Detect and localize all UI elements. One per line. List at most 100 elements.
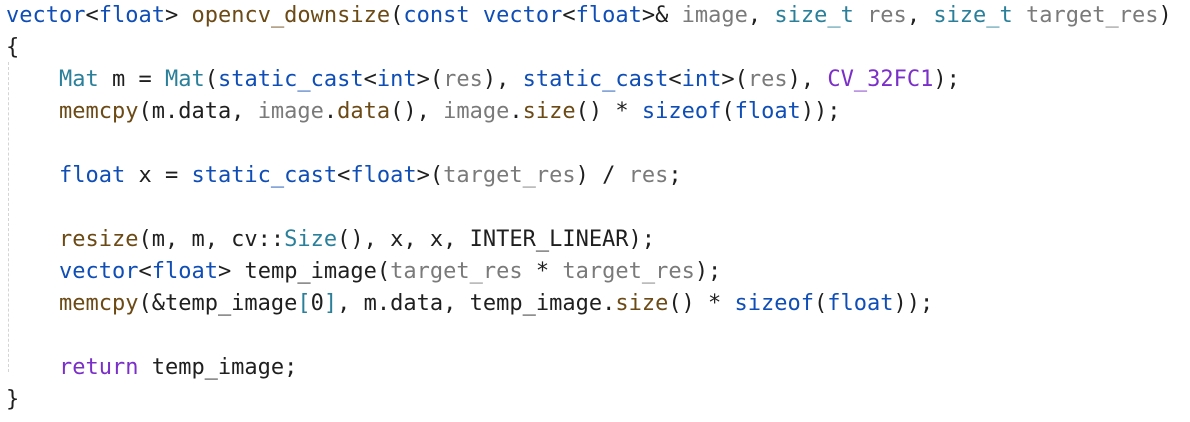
code-token: )); [800,99,841,124]
code-token: > [164,3,192,28]
code-token: vector [58,259,139,284]
code-token: [ [297,291,311,316]
code-token: Mat [164,67,205,92]
code-line[interactable] [6,320,1172,352]
code-token: >& [641,3,682,28]
code-token: size [522,99,576,124]
code-token: ); [933,67,960,92]
code-token: image [681,3,748,28]
code-token: < [138,259,152,284]
code-line[interactable]: } [6,384,1172,416]
code-token: temp_image; [151,355,298,380]
code-token: () * [575,99,642,124]
code-token: image [443,99,510,124]
code-token: } [6,387,20,412]
code-token: ) / [575,163,629,188]
code-line[interactable]: return temp_image; [6,352,1172,384]
code-token: ); [694,259,722,284]
code-token: static_cast [522,67,669,92]
code-line[interactable]: { [6,32,1172,64]
code-token: (), x, x, INTER_LINEAR); [337,227,656,252]
code-token: { [6,35,20,60]
code-token: (&temp_image [138,291,298,316]
code-token: opencv_downsize [191,3,391,28]
code-token: int [376,67,417,92]
code-token: target_res [1026,3,1159,28]
code-token: resize [58,227,139,252]
code-token: ; [668,163,682,188]
code-line[interactable]: float x = static_cast<float>(target_res)… [6,160,1172,192]
code-token: < [337,163,351,188]
code-token: * [522,259,563,284]
code-token: float [827,291,894,316]
code-token: target_res [562,259,695,284]
code-line[interactable]: memcpy(&temp_image[0], m.data, temp_imag… [6,288,1172,320]
code-token: memcpy [58,99,139,124]
code-line[interactable] [6,128,1172,160]
code-token: target_res [390,259,523,284]
code-line[interactable] [6,192,1172,224]
code-token: x = [138,163,192,188]
code-token: float [350,163,417,188]
code-token: , [747,3,775,28]
code-token: (m.data, [138,99,258,124]
code-token: >( [416,67,444,92]
code-token: vector [482,3,563,28]
code-token: CV_32FC1 [827,67,934,92]
code-token: ) [1158,3,1172,28]
code-token: float [98,3,165,28]
code-token: ( [390,3,404,28]
code-token: target_res [443,163,576,188]
code-token: res [443,67,483,92]
code-token: ( [814,291,828,316]
code-line[interactable]: vector<float> opencv_downsize(const vect… [6,0,1172,32]
code-line[interactable]: Mat m = Mat(static_cast<int>(res), stati… [6,64,1172,96]
code-token: size [615,291,669,316]
code-token: size_t [774,3,868,28]
code-token: static_cast [217,67,364,92]
code-token: float [58,163,139,188]
code-token: ] [323,291,338,316]
code-token: < [363,67,377,92]
code-token: . [323,99,338,124]
code-line[interactable]: resize(m, m, cv::Size(), x, x, INTER_LIN… [6,224,1172,256]
code-line[interactable]: memcpy(m.data, image.data(), image.size(… [6,96,1172,128]
code-token: (), [390,99,444,124]
code-token: const [403,3,483,28]
code-token: static_cast [191,163,338,188]
code-token: (m, m, cv:: [138,227,285,252]
code-token: , m.data, temp_image. [337,291,616,316]
code-token: image [257,99,324,124]
code-token: vector [6,3,86,28]
code-block[interactable]: vector<float> opencv_downsize(const vect… [6,0,1172,416]
code-token: size_t [933,3,1027,28]
code-token: sizeof [734,291,815,316]
code-token: float [151,259,218,284]
code-token: memcpy [58,291,139,316]
code-token: 0 [310,291,324,316]
code-token: res [628,163,669,188]
code-editor[interactable]: vector<float> opencv_downsize(const vect… [0,0,1190,422]
code-token: ( [721,99,735,124]
code-token: . [509,99,523,124]
code-token: m = [111,67,165,92]
code-token: int [681,67,722,92]
code-token: > [217,259,245,284]
code-token: , [906,3,934,28]
code-token: ), [482,67,523,92]
code-token: data [337,99,391,124]
code-line[interactable]: vector<float> temp_image(target_res * ta… [6,256,1172,288]
code-token: Size [284,227,338,252]
code-token: res [747,67,788,92]
code-token: < [85,3,99,28]
code-token: < [562,3,576,28]
code-token: ), [787,67,828,92]
code-token: res [867,3,907,28]
code-token: )); [893,291,934,316]
